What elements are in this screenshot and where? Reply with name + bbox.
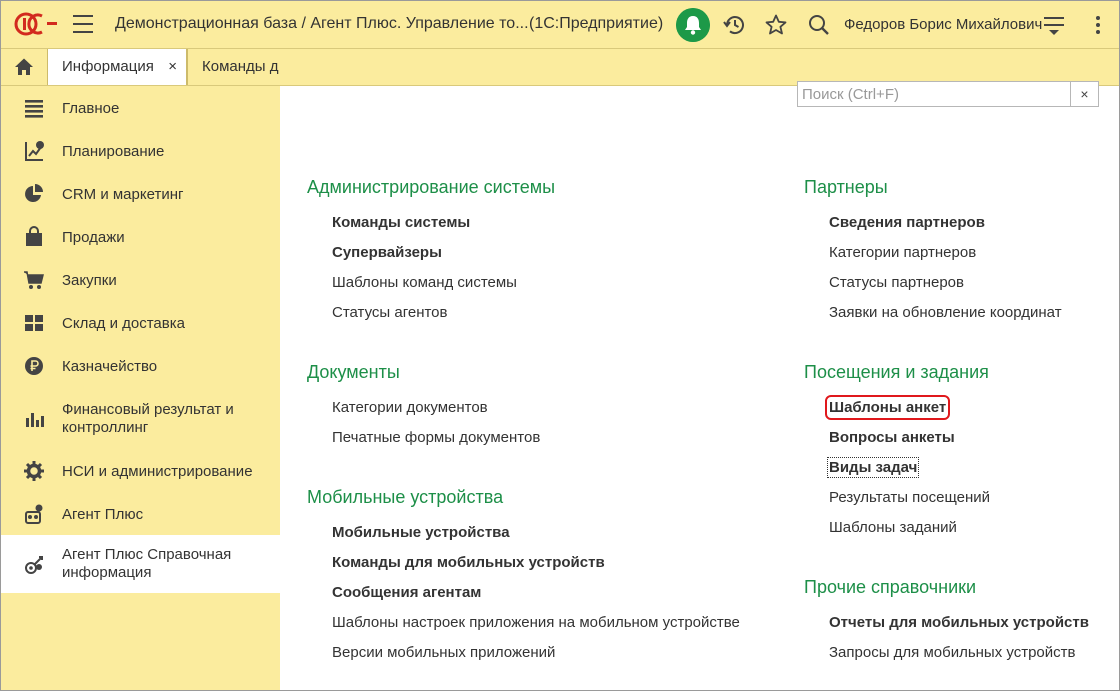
link-partner-info[interactable]: Сведения партнеров bbox=[829, 214, 985, 231]
more-icon[interactable] bbox=[1089, 15, 1107, 35]
link-mobile-app-versions[interactable]: Версии мобильных приложений bbox=[332, 644, 555, 661]
link-mobile-reports[interactable]: Отчеты для мобильных устройств bbox=[829, 614, 1089, 631]
link-system-command-templates[interactable]: Шаблоны команд системы bbox=[332, 274, 517, 291]
tab-information-label: Информация bbox=[62, 58, 154, 75]
sidebar-item-label: CRM и маркетинг bbox=[62, 186, 184, 203]
sidebar-item-nsi-admin[interactable]: НСИ и администрирование bbox=[1, 449, 280, 492]
star-icon[interactable] bbox=[764, 13, 788, 37]
link-task-types[interactable]: Виды задач bbox=[826, 457, 920, 478]
sidebar-item-label: Продажи bbox=[62, 229, 125, 246]
agent-plus-icon bbox=[25, 504, 43, 524]
search-box: × bbox=[797, 81, 1099, 107]
bell-icon[interactable] bbox=[676, 8, 710, 42]
link-document-categories[interactable]: Категории документов bbox=[332, 399, 488, 416]
sidebar-item-label: Планирование bbox=[62, 143, 165, 160]
home-icon[interactable] bbox=[1, 49, 47, 85]
sidebar-item-agent-plus[interactable]: Агент Плюс bbox=[1, 492, 280, 535]
link-mobile-devices[interactable]: Мобильные устройства bbox=[332, 524, 510, 541]
sidebar-item-finance[interactable]: Финансовый результат и контроллинг bbox=[1, 387, 280, 449]
planning-icon bbox=[25, 141, 44, 161]
list-icon bbox=[25, 100, 43, 118]
link-app-settings-templates[interactable]: Шаблоны настроек приложения на мобильном… bbox=[332, 614, 740, 631]
bag-icon bbox=[26, 226, 42, 246]
sidebar-item-treasury[interactable]: Казначейство bbox=[1, 344, 280, 387]
link-agent-statuses[interactable]: Статусы агентов bbox=[332, 304, 448, 321]
sidebar-item-crm[interactable]: CRM и маркетинг bbox=[1, 172, 280, 215]
link-mobile-requests[interactable]: Запросы для мобильных устройств bbox=[829, 644, 1075, 661]
sidebar-item-label: Главное bbox=[62, 100, 120, 117]
section-title-other: Прочие справочники bbox=[804, 577, 977, 597]
menu-icon[interactable] bbox=[1043, 14, 1065, 36]
tab-close-icon[interactable]: × bbox=[168, 49, 177, 85]
app-window: Демонстрационная база / Агент Плюс. Упра… bbox=[0, 0, 1120, 691]
link-visit-results[interactable]: Результаты посещений bbox=[829, 489, 990, 506]
link-coordinate-update-requests[interactable]: Заявки на обновление координат bbox=[829, 304, 1062, 321]
sidebar-item-label: Склад и доставка bbox=[62, 315, 185, 332]
section-title-docs: Документы bbox=[307, 362, 400, 382]
sidebar-item-label: НСИ и администрирование bbox=[62, 463, 253, 480]
link-agent-messages[interactable]: Сообщения агентам bbox=[332, 584, 481, 601]
bar-chart-icon bbox=[26, 413, 44, 427]
search-input[interactable] bbox=[797, 81, 1071, 107]
app-kind: (1С:Предприятие) bbox=[529, 15, 664, 32]
sidebar-item-purchases[interactable]: Закупки bbox=[1, 258, 280, 301]
section-title-visits: Посещения и задания bbox=[804, 362, 989, 382]
title-bar: Демонстрационная база / Агент Плюс. Упра… bbox=[1, 1, 1119, 49]
section-title-admin: Администрирование системы bbox=[307, 177, 556, 197]
sidebar-item-warehouse[interactable]: Склад и доставка bbox=[1, 301, 280, 344]
link-supervisors[interactable]: Супервайзеры bbox=[332, 244, 442, 261]
link-mobile-device-commands[interactable]: Команды для мобильных устройств bbox=[332, 554, 605, 571]
search-clear-button[interactable]: × bbox=[1070, 81, 1099, 107]
link-task-templates[interactable]: Шаблоны заданий bbox=[829, 519, 957, 536]
gear-icon bbox=[24, 461, 44, 481]
user-name[interactable]: Федоров Борис Михайлович bbox=[844, 16, 1042, 33]
history-icon[interactable] bbox=[723, 13, 747, 37]
ruble-coin-icon bbox=[25, 357, 43, 375]
sidebar-item-planning[interactable]: Планирование bbox=[1, 129, 280, 172]
sidebar-item-label: Казначейство bbox=[62, 358, 158, 375]
sidebar-item-label: Агент Плюс bbox=[62, 506, 144, 523]
burger-icon[interactable] bbox=[73, 15, 93, 33]
sidebar: Главное Планирование CRM и маркетинг Про… bbox=[1, 86, 280, 690]
sidebar-item-label: Финансовый результат и контроллинг bbox=[62, 401, 234, 436]
link-survey-templates[interactable]: Шаблоны анкет bbox=[824, 395, 951, 420]
link-system-commands[interactable]: Команды системы bbox=[332, 214, 470, 231]
app-title: Демонстрационная база / Агент Плюс. Упра… bbox=[115, 15, 529, 32]
sidebar-edge bbox=[1, 593, 7, 690]
sidebar-item-agent-plus-reference[interactable]: Агент Плюс Справочная информация bbox=[1, 535, 280, 593]
sidebar-item-label: Агент Плюс Справочная информация bbox=[62, 546, 232, 581]
sidebar-item-main[interactable]: Главное bbox=[1, 86, 280, 129]
logo-1c[interactable] bbox=[13, 11, 59, 37]
search-icon[interactable] bbox=[807, 13, 831, 37]
tab-commands[interactable]: Команды д bbox=[187, 49, 283, 85]
agent-plus-reference-icon bbox=[25, 556, 43, 574]
section-title-mobile: Мобильные устройства bbox=[307, 487, 504, 507]
link-partner-categories[interactable]: Категории партнеров bbox=[829, 244, 976, 261]
section-title-partners: Партнеры bbox=[804, 177, 888, 197]
cart-icon bbox=[24, 271, 44, 289]
sidebar-item-sales[interactable]: Продажи bbox=[1, 215, 280, 258]
warehouse-icon bbox=[25, 315, 43, 331]
link-partner-statuses[interactable]: Статусы партнеров bbox=[829, 274, 964, 291]
sidebar-item-label: Закупки bbox=[62, 272, 117, 289]
main-panel: × Администрирование системы Команды сист… bbox=[281, 81, 1119, 690]
tab-information[interactable]: Информация × bbox=[47, 49, 187, 85]
tab-commands-label: Команды д bbox=[202, 58, 279, 75]
link-document-print-forms[interactable]: Печатные формы документов bbox=[332, 429, 540, 446]
link-survey-questions[interactable]: Вопросы анкеты bbox=[829, 429, 955, 446]
pie-chart-icon bbox=[25, 184, 43, 202]
